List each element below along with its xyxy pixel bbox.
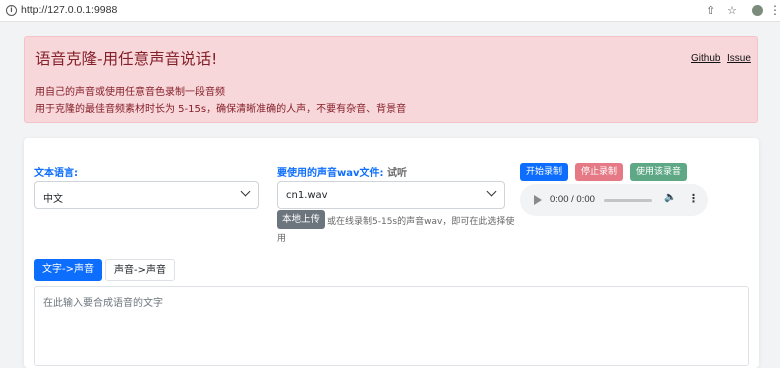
- url-bar[interactable]: http://127.0.0.1:9988: [21, 4, 117, 16]
- main-card: 文本语言: 中文 要使用的声音wav文件: 试听 cn1.wav 本地上传 或在…: [24, 138, 759, 368]
- wav-label: 要使用的声音wav文件: 试听: [277, 164, 407, 179]
- stop-record-button[interactable]: 停止录制: [575, 163, 624, 181]
- wav-select[interactable]: cn1.wav: [277, 181, 505, 209]
- page-title: 语音克隆-用任意声音说话!: [35, 50, 218, 68]
- more-options-icon[interactable]: ⋮: [688, 192, 699, 205]
- intro-alert: 语音克隆-用任意声音说话! Github Issue 用自己的声音或使用任意音色…: [24, 36, 758, 123]
- tab-speech-to-speech[interactable]: 声音->声音: [105, 259, 175, 281]
- chevron-down-icon: [486, 186, 497, 197]
- play-icon[interactable]: [534, 195, 542, 205]
- wav-select-value: cn1.wav: [286, 190, 328, 201]
- github-link[interactable]: Github: [691, 53, 720, 64]
- intro-line-1: 用自己的声音或使用任意音色录制一段音频: [35, 87, 225, 98]
- issue-link[interactable]: Issue: [727, 53, 751, 64]
- text-input[interactable]: 在此输入要合成语音的文字: [34, 286, 749, 366]
- volume-icon[interactable]: 🔈: [664, 192, 676, 203]
- upload-hint-line-1: 或在线录制5-15s的声音wav，即可在此选择使: [327, 217, 515, 227]
- share-icon[interactable]: ⇧: [706, 4, 715, 17]
- upload-hint-line-2: 用: [277, 234, 287, 244]
- language-select-value: 中文: [43, 194, 63, 205]
- wav-label-text: 要使用的声音wav文件:: [277, 168, 384, 179]
- extension-icon[interactable]: [752, 5, 763, 16]
- audio-player[interactable]: 0:00 / 0:00 🔈 ⋮: [520, 184, 708, 216]
- use-recording-button[interactable]: 使用该录音: [630, 163, 688, 181]
- language-select[interactable]: 中文: [34, 181, 259, 209]
- browser-toolbar: i http://127.0.0.1:9988 ⇧ ☆ ⋮: [0, 0, 780, 22]
- info-icon[interactable]: i: [6, 5, 17, 16]
- more-menu-icon[interactable]: ⋮: [769, 3, 780, 17]
- bookmark-star-icon[interactable]: ☆: [727, 4, 737, 17]
- intro-line-2: 用于克隆的最佳音频素材时长为 5-15s，确保清晰准确的人声，不要有杂音、背景音: [35, 104, 407, 115]
- tab-text-to-speech[interactable]: 文字->声音: [34, 259, 102, 281]
- audio-time: 0:00 / 0:00: [550, 194, 595, 205]
- upload-button[interactable]: 本地上传: [277, 210, 326, 229]
- language-label: 文本语言:: [34, 168, 78, 179]
- chevron-down-icon: [240, 186, 251, 197]
- listen-link[interactable]: 试听: [387, 168, 407, 179]
- text-input-placeholder: 在此输入要合成语音的文字: [43, 298, 163, 309]
- audio-progress-track[interactable]: [604, 199, 652, 202]
- start-record-button[interactable]: 开始录制: [520, 163, 569, 181]
